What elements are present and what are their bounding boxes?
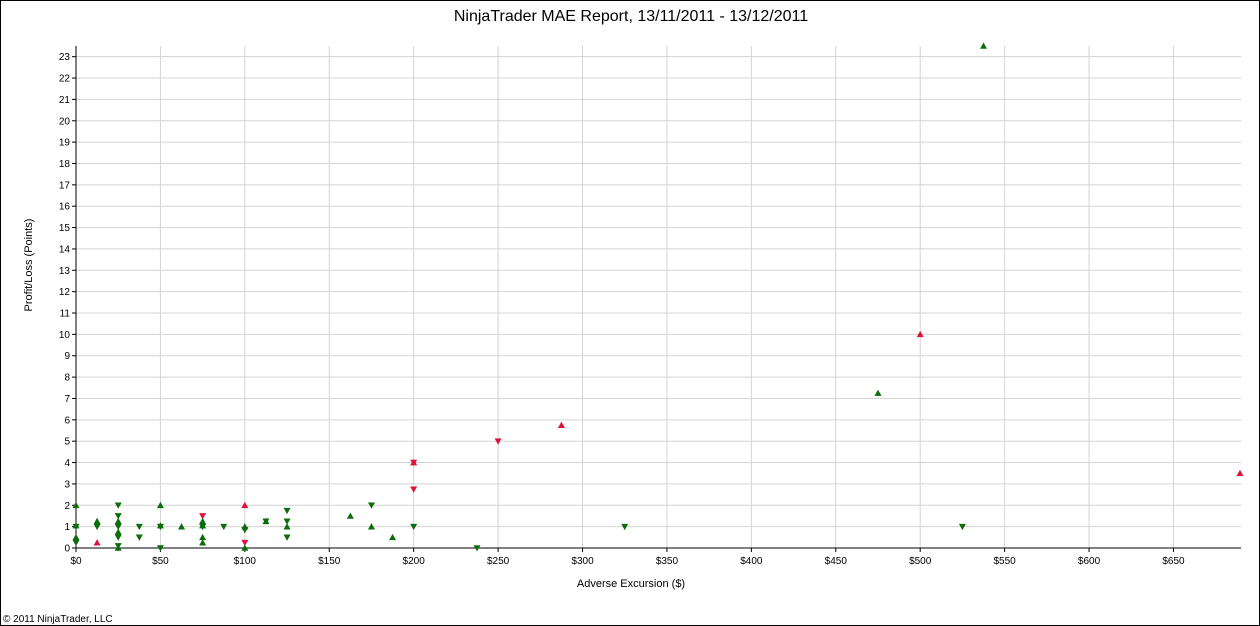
y-tick-label: 12 <box>59 287 71 298</box>
x-tick-label: $200 <box>403 556 426 567</box>
long-trade-point <box>874 389 882 396</box>
x-tick-label: $450 <box>825 556 848 567</box>
y-tick-label: 5 <box>64 437 70 448</box>
long-trade-point <box>114 517 122 525</box>
y-tick-label: 16 <box>59 202 71 213</box>
y-tick-label: 8 <box>64 373 70 384</box>
long-trade-point <box>980 42 988 49</box>
short-trade-point <box>283 507 291 515</box>
short-trade-point <box>410 486 418 493</box>
x-tick-label: $550 <box>993 556 1016 567</box>
y-tick-label: 21 <box>59 95 71 106</box>
y-tick-label: 1 <box>64 522 70 533</box>
short-trade-point <box>283 534 291 541</box>
y-tick-label: 22 <box>59 74 71 85</box>
x-tick-label: $600 <box>1078 556 1101 567</box>
x-tick-label: $50 <box>152 556 169 567</box>
x-tick-label: $300 <box>571 556 594 567</box>
y-tick-label: 23 <box>59 52 71 63</box>
short-trade-point <box>72 539 80 547</box>
long-trade-point <box>389 533 397 541</box>
y-tick-label: 18 <box>59 159 71 170</box>
x-tick-label: $250 <box>487 556 510 567</box>
y-tick-label: 10 <box>59 330 71 341</box>
x-tick-label: $150 <box>318 556 341 567</box>
y-tick-label: 11 <box>60 309 71 320</box>
y-tick-label: 0 <box>64 544 70 555</box>
long-trade-point <box>1236 469 1244 477</box>
short-trade-point <box>114 534 122 541</box>
y-tick-label: 3 <box>64 479 70 490</box>
y-tick-label: 13 <box>59 266 71 277</box>
y-tick-label: 14 <box>59 244 71 255</box>
y-tick-label: 2 <box>64 501 70 512</box>
long-trade-point <box>93 539 101 546</box>
y-tick-label: 20 <box>59 116 71 127</box>
x-tick-label: $100 <box>234 556 257 567</box>
x-tick-labels: $0 $50 $100 $150 $200 $250 $300 $350 $400 $450 $50… <box>70 556 1185 567</box>
data-points <box>72 42 1244 552</box>
y-tick-label: 17 <box>59 180 71 191</box>
x-tick-label: $0 <box>70 556 82 567</box>
y-tick-label: 15 <box>59 223 71 234</box>
y-tick-label: 19 <box>59 138 71 149</box>
short-trade-point <box>241 527 249 534</box>
y-tick-label: 6 <box>64 415 70 426</box>
y-tick-label: 7 <box>64 394 70 405</box>
grid-lines <box>75 46 1241 549</box>
scatter-plot: $0 $50 $100 $150 $200 $250 $300 $350 $400 $450 $50… <box>59 42 1244 567</box>
x-tick-label: $350 <box>656 556 679 567</box>
long-trade-point <box>93 517 101 525</box>
x-tick-label: $500 <box>909 556 932 567</box>
long-trade-point <box>346 512 354 519</box>
y-tick-labels: 01234567891011121314151617181920212223 <box>59 52 71 554</box>
short-trade-point <box>135 534 143 541</box>
axes <box>72 46 1241 552</box>
long-trade-point <box>557 421 565 428</box>
x-tick-label: $400 <box>740 556 763 567</box>
long-trade-point <box>72 533 80 541</box>
y-tick-label: 4 <box>64 458 70 469</box>
y-tick-label: 9 <box>64 351 70 362</box>
x-tick-label: $650 <box>1162 556 1185 567</box>
long-trade-point <box>114 528 122 535</box>
